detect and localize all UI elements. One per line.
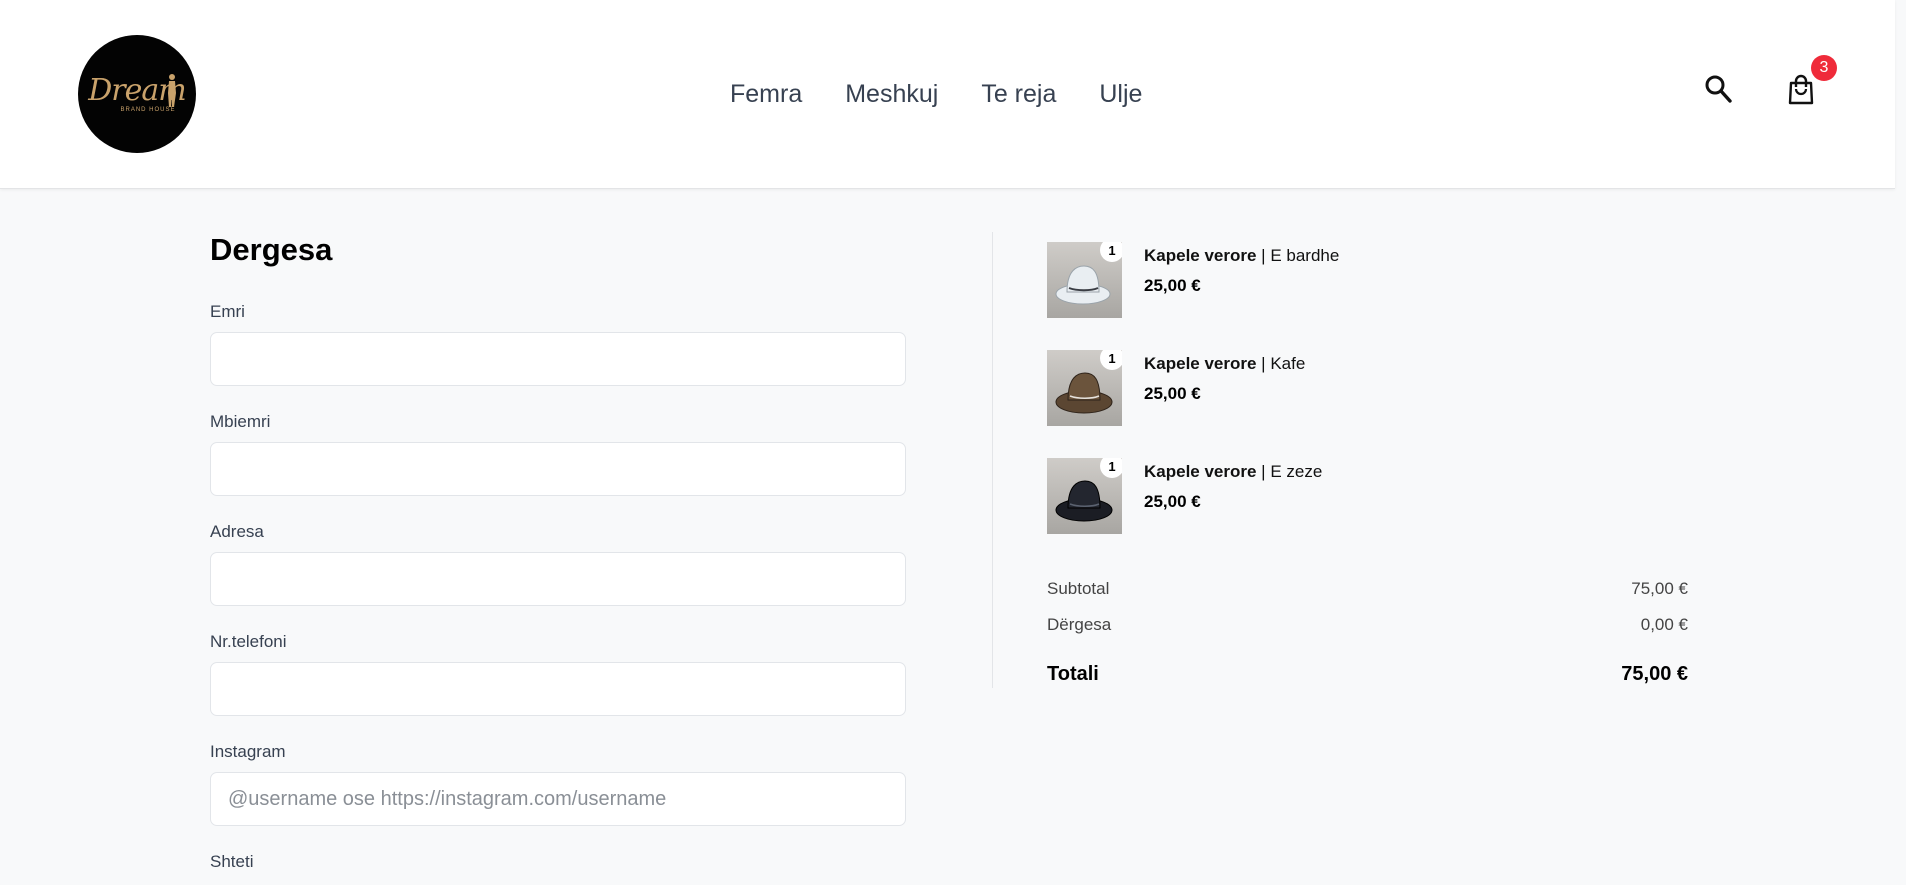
shipping-label: Dërgesa [1047, 615, 1112, 634]
instagram-input[interactable] [210, 772, 906, 826]
field-label-adresa: Adresa [210, 522, 264, 541]
column-divider [992, 232, 993, 688]
logo-subtitle: BRAND HOUSE [120, 106, 176, 113]
shipping-form: Dergesa Emri Mbiemri Adresa Nr.telefoni … [210, 232, 906, 872]
total-row: Totali 75,00 € [1047, 663, 1688, 699]
total-value: 75,00 € [1621, 663, 1688, 685]
search-icon[interactable] [1704, 74, 1732, 104]
shipping-row: Dërgesa 0,00 € [1047, 615, 1688, 651]
nav-femra[interactable]: Femra [730, 78, 802, 110]
order-summary: 1 Kapele verore | E bardhe 25,00 € 1 Kap… [1047, 242, 1688, 566]
item-price: 25,00 € [1144, 276, 1201, 295]
order-totals: Subtotal 75,00 € Dërgesa 0,00 € Totali 7… [1047, 579, 1688, 699]
cart-item: 1 Kapele verore | E bardhe 25,00 € [1047, 242, 1688, 318]
item-variant: E bardhe [1270, 246, 1340, 265]
quantity-badge: 1 [1100, 242, 1122, 262]
item-price: 25,00 € [1144, 492, 1201, 511]
last-name-input[interactable] [210, 442, 906, 496]
item-name: Kapele verore [1144, 246, 1257, 265]
field-label-phone: Nr.telefoni [210, 632, 287, 651]
subtotal-value: 75,00 € [1631, 579, 1688, 598]
item-variant: Kafe [1270, 354, 1306, 373]
item-separator: | [1256, 354, 1271, 373]
item-name: Kapele verore [1144, 354, 1257, 373]
nav-meshkuj[interactable]: Meshkuj [845, 78, 938, 110]
main-nav: Femra Meshkuj Te reja Ulje [730, 78, 1185, 110]
item-title: Kapele verore | E zeze [1144, 461, 1322, 483]
total-label: Totali [1047, 663, 1099, 685]
field-label-emri: Emri [210, 302, 245, 321]
address-input[interactable] [210, 552, 906, 606]
product-thumbnail[interactable]: 1 [1047, 458, 1122, 534]
brand-logo[interactable]: Dream BRAND HOUSE [78, 35, 196, 153]
item-separator: | [1256, 246, 1271, 265]
item-name: Kapele verore [1144, 462, 1257, 481]
shopping-bag-icon[interactable] [1786, 74, 1816, 106]
cart-count-badge: 3 [1811, 55, 1837, 81]
item-separator: | [1256, 462, 1271, 481]
item-variant: E zeze [1270, 462, 1323, 481]
cart-item: 1 Kapele verore | Kafe 25,00 € [1047, 350, 1688, 426]
nav-te-reja[interactable]: Te reja [981, 78, 1056, 110]
cart-item: 1 Kapele verore | E zeze 25,00 € [1047, 458, 1688, 534]
product-thumbnail[interactable]: 1 [1047, 350, 1122, 426]
field-label-instagram: Instagram [210, 742, 286, 761]
field-label-shteti: Shteti [210, 852, 254, 871]
field-label-mbiemri: Mbiemri [210, 412, 271, 431]
item-title: Kapele verore | E bardhe [1144, 245, 1339, 267]
subtotal-row: Subtotal 75,00 € [1047, 579, 1688, 615]
first-name-input[interactable] [210, 332, 906, 386]
item-title: Kapele verore | Kafe [1144, 353, 1305, 375]
site-header: Dream BRAND HOUSE Femra Meshkuj Te reja … [0, 0, 1895, 189]
nav-ulje[interactable]: Ulje [1099, 78, 1142, 110]
phone-input[interactable] [210, 662, 906, 716]
subtotal-label: Subtotal [1047, 579, 1110, 598]
quantity-badge: 1 [1100, 350, 1122, 370]
quantity-badge: 1 [1100, 458, 1122, 478]
product-thumbnail[interactable]: 1 [1047, 242, 1122, 318]
logo-figure-icon [168, 74, 176, 107]
shipping-value: 0,00 € [1640, 615, 1688, 634]
item-price: 25,00 € [1144, 384, 1201, 403]
form-title: Dergesa [210, 232, 333, 267]
